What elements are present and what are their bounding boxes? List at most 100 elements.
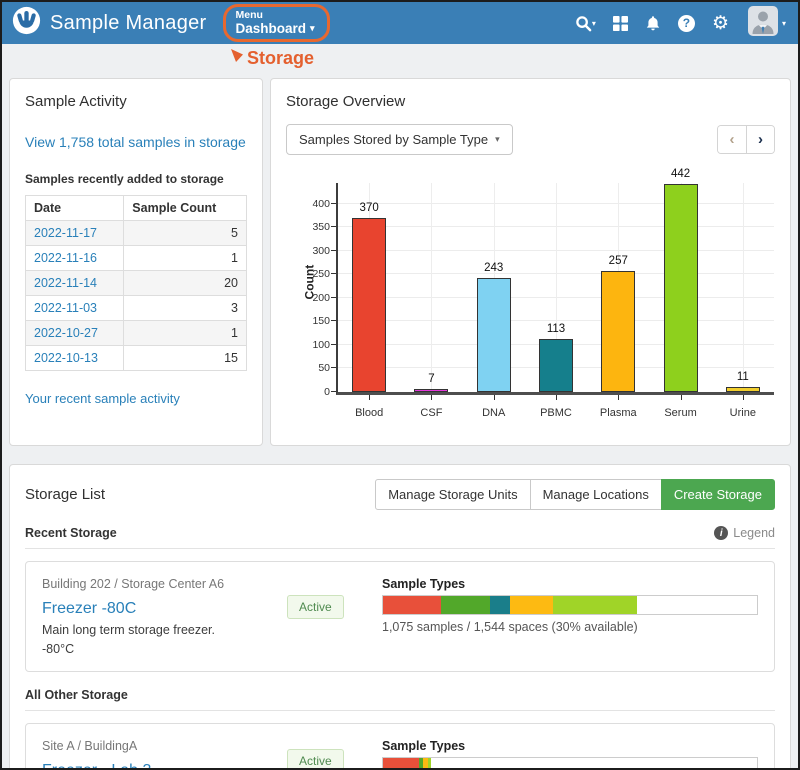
main-menu-button[interactable]: Menu Dashboard▾ [236,9,315,37]
y-tick-label: 150 [296,315,330,327]
chart-prev-button[interactable]: ‹ [718,126,746,153]
recent-activity-link[interactable]: Your recent sample activity [25,391,247,406]
capacity-segment [383,596,441,614]
y-tick [331,226,336,227]
x-tick [743,395,744,400]
chart-plot-area: 050100150200250300350400370Blood7CSF243D… [336,183,774,395]
bar-chart: Count 050100150200250300350400370Blood7C… [336,183,775,395]
freezer-temperature: -80°C [42,642,287,656]
legend-toggle[interactable]: i Legend [714,526,775,540]
sample-count-cell: 20 [124,271,247,296]
bar-csf[interactable] [414,389,448,392]
bar-value-label: 243 [463,262,525,274]
y-tick-label: 300 [296,245,330,257]
storage-list-title: Storage List [25,486,105,503]
storage-overview-title: Storage Overview [286,93,775,110]
storage-overview-panel: Storage Overview Samples Stored by Sampl… [270,78,791,446]
storage-card-freezer-80c: Building 202 / Storage Center A6 Freezer… [25,561,775,672]
app-logo[interactable]: Sample Manager [12,6,207,40]
apps-grid-icon[interactable] [613,16,628,31]
app-title: Sample Manager [50,12,207,35]
y-tick-label: 400 [296,198,330,210]
chart-slot-blood: 370Blood [338,183,400,392]
sample-count-cell: 3 [124,296,247,321]
y-tick-label: 50 [296,362,330,374]
bar-value-label: 11 [712,371,774,383]
bar-plasma[interactable] [601,271,635,392]
date-link[interactable]: 2022-10-13 [34,351,98,365]
bar-serum[interactable] [664,184,698,392]
app-window: Sample Manager Menu Dashboard▾ ▾ ? ⚙ [0,0,800,770]
sample-activity-panel: Sample Activity View 1,758 total samples… [9,78,263,446]
date-link[interactable]: 2022-11-16 [34,251,97,265]
date-link[interactable]: 2022-11-14 [34,276,97,290]
bar-pbmc[interactable] [539,339,573,392]
search-caret-icon: ▾ [592,19,596,28]
avatar-caret-icon: ▾ [782,19,786,28]
bar-dna[interactable] [477,278,511,392]
y-tick [331,320,336,321]
bar-value-label: 370 [338,202,400,214]
chart-type-dropdown[interactable]: Samples Stored by Sample Type ▾ [286,124,513,155]
gridline [743,183,744,392]
date-cell: 2022-11-14 [26,271,124,296]
capacity-segment [383,758,419,770]
capacity-bar [382,757,758,770]
date-cell: 2022-11-17 [26,221,124,246]
bell-icon[interactable] [645,15,661,32]
callout-arrow-icon [230,48,245,69]
table-row: 2022-11-14 20 [26,271,247,296]
sample-count-cell: 1 [124,246,247,271]
total-samples-link[interactable]: View 1,758 total samples in storage [25,134,247,150]
capacity-segment [490,596,511,614]
breadcrumb[interactable]: Building 202 / Storage Center A6 [42,577,287,591]
recent-storage-label: Recent Storage [25,526,117,540]
status-badge: Active [287,595,344,619]
legend-label: Legend [733,526,775,540]
freezer-80c-link[interactable]: Freezer -80C [42,600,136,618]
sample-types-label: Sample Types [382,577,758,591]
manage-storage-units-button[interactable]: Manage Storage Units [375,479,530,510]
chart-slot-plasma: 257Plasma [587,183,649,392]
manage-locations-button[interactable]: Manage Locations [530,479,662,510]
menu-highlight: Menu Dashboard▾ [223,4,330,43]
table-row: 2022-10-271 [26,321,247,346]
x-tick-label: Blood [338,407,400,419]
storage-callout: Storage [230,48,314,69]
user-menu[interactable]: ▾ [748,6,786,41]
status-badge: Active [287,749,344,770]
breadcrumb[interactable]: Site A / BuildingA [42,739,287,753]
callout-label: Storage [247,48,314,69]
chart-slot-dna: 243DNA [463,183,525,392]
capacity-caption: 1,075 samples / 1,544 spaces (30% availa… [382,620,758,634]
help-icon[interactable]: ? [678,15,695,32]
date-link[interactable]: 2022-10-27 [34,326,98,340]
chart-slot-pbmc: 113PBMC [525,183,587,392]
capacity-segment [441,596,490,614]
search-icon[interactable]: ▾ [575,15,596,32]
x-tick [431,395,432,400]
menu-label: Menu [236,9,315,21]
chart-next-button[interactable]: › [746,126,774,153]
chart-slot-serum: 442Serum [649,183,711,392]
labkey-logo-icon [12,6,41,40]
bar-blood[interactable] [352,218,386,392]
x-tick-label: CSF [400,407,462,419]
x-tick-label: PBMC [525,407,587,419]
date-link[interactable]: 2022-11-03 [34,301,97,315]
date-cell: 2022-11-03 [26,296,124,321]
bar-urine[interactable] [726,387,760,392]
chart-pager: ‹ › [717,125,775,154]
date-link[interactable]: 2022-11-17 [34,226,97,240]
y-tick-label: 0 [296,386,330,398]
header-icons: ▾ ? ⚙ ▾ [575,6,786,41]
y-tick [331,273,336,274]
x-tick-label: Serum [649,407,711,419]
freezer-lab3-link[interactable]: Freezer - Lab 3 [42,762,151,770]
create-storage-button[interactable]: Create Storage [661,479,775,510]
x-tick [369,395,370,400]
date-cell: 2022-11-16 [26,246,124,271]
recent-samples-label: Samples recently added to storage [25,172,247,186]
x-tick-label: Urine [712,407,774,419]
gear-icon[interactable]: ⚙ [712,14,729,33]
